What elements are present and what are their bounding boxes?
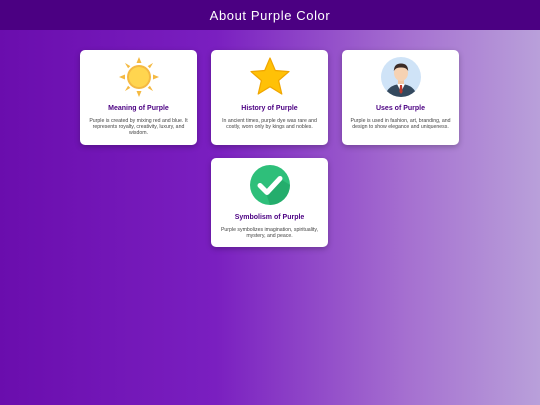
checkmark-circle-icon [249,165,290,205]
star-icon [249,57,290,95]
card-title: Symbolism of Purple [234,214,305,221]
card-symbolism: Symbolism of Purple Purple symbolizes im… [211,158,328,247]
card-description: Purple is used in fashion, art, branding… [350,118,451,131]
card-meaning: Meaning of Purple Purple is created by m… [80,50,197,145]
sun-icon [118,57,159,97]
card-title: History of Purple [241,105,298,112]
card-description: Purple is created by mixing red and blue… [89,118,188,137]
card-title: Uses of Purple [375,105,425,112]
card-description: Purple symbolizes imagination, spiritual… [220,227,319,240]
card-uses: Uses of Purple Purple is used in fashion… [342,50,459,145]
card-grid: Meaning of Purple Purple is created by m… [0,0,540,405]
businessman-avatar-icon [380,57,421,97]
card-title: Meaning of Purple [108,105,169,112]
card-description: In ancient times, purple dye was rare an… [222,118,317,131]
card-history: History of Purple In ancient times, purp… [211,50,328,145]
